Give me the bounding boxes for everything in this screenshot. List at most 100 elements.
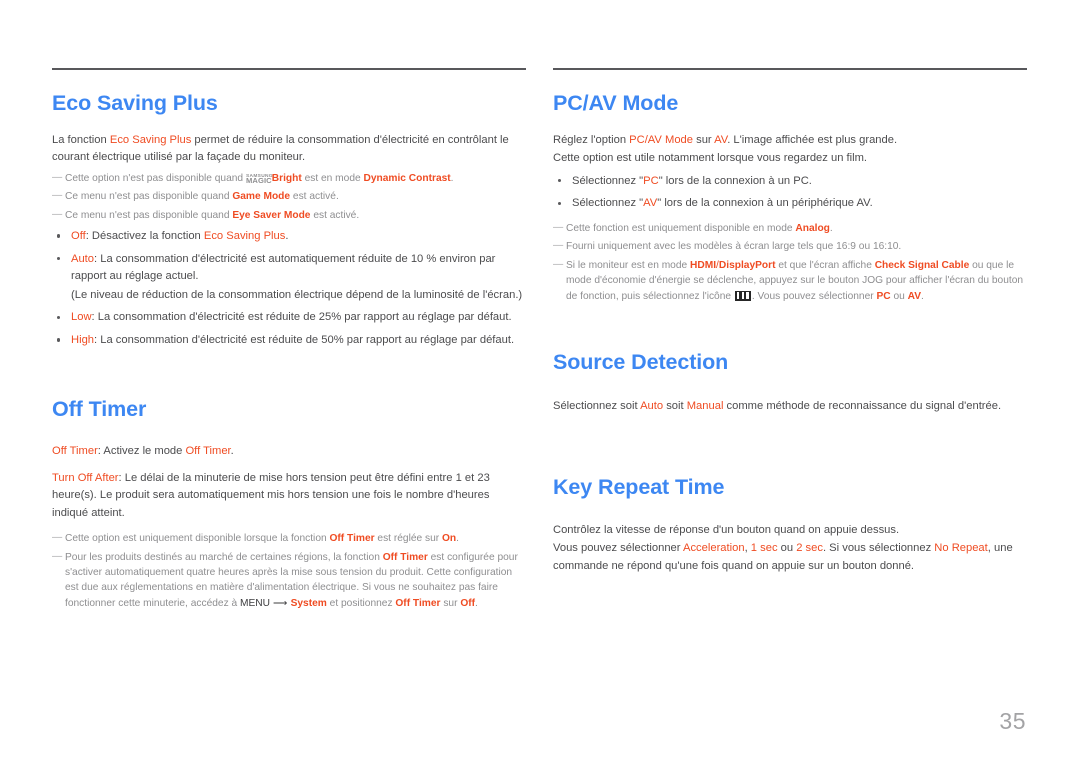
term-pc-av-mode: PC/AV Mode (629, 133, 693, 146)
off-timer-note-2: ― Pour les produits destinés au marché de… (52, 550, 526, 612)
off-timer-note-2-text-4: sur (440, 597, 461, 609)
off-timer-note-1-text-1: Cette option est uniquement disponible l… (65, 533, 330, 545)
pc-av-note-3-text-1: Si le moniteur est en mode (566, 259, 691, 271)
section-divider-eco-saving-plus (52, 68, 526, 70)
term-game-mode: Game Mode (232, 191, 291, 203)
left-column: Eco Saving Plus La fonction Eco Saving P… (52, 0, 526, 611)
off-timer-note-1-text-2: est réglée sur (374, 533, 442, 545)
eco-option-high-text: : La consommation d'électricité est rédu… (94, 333, 515, 346)
eco-note-1-text-2: est en mode (301, 172, 364, 184)
term-eco-saving-plus: Eco Saving Plus (203, 229, 286, 242)
pc-av-mode-body: Réglez l'option PC/AV Mode sur AV. L'ima… (553, 132, 1027, 304)
term-hdmi: HDMI (690, 259, 717, 271)
pc-av-note-3-text-2: et que l'écran affiche (775, 259, 875, 271)
pc-av-note-3: ― Si le moniteur est en mode HDMI/Display… (553, 258, 1027, 304)
page-title-eco-saving-plus: Eco Saving Plus (52, 91, 218, 115)
eco-note-1-text-1: Cette option n'est pas disponible quand (65, 172, 246, 184)
pc-av-bullet-pc-text-2: " lors de la connexion à un PC. (658, 174, 812, 187)
note-dash-icon: ― (52, 190, 63, 202)
term-check-signal-cable: Check Signal Cable (874, 259, 970, 271)
term-dynamic-contrast: Dynamic Contrast (363, 172, 451, 184)
term-menu: MENU (239, 597, 270, 609)
pc-av-bullet-pc-text-1: Sélectionnez " (572, 174, 644, 187)
note-dash-icon: ― (553, 221, 564, 233)
source-detection-paragraph: Sélectionnez soit Auto soit Manual comme… (553, 398, 1027, 416)
eco-note-3-text-2: est activé. (310, 209, 360, 221)
pc-av-p1-text-3: . L'image affichée est plus grande. (727, 133, 898, 146)
key-repeat-p2-text-1: Vous pouvez sélectionner (553, 542, 683, 555)
term-low: Low (71, 311, 92, 324)
eco-option-auto-subnote: (Le niveau de réduction de la consommati… (71, 288, 523, 301)
term-av: AV (714, 133, 728, 146)
off-timer-paragraph-2: Turn Off After: Le délai de la minuterie… (52, 470, 526, 523)
source-detection-body: Sélectionnez soit Auto soit Manual comme… (553, 398, 1027, 416)
bullet-dot-icon (57, 257, 61, 261)
key-repeat-p2-text-3: ou (777, 542, 797, 555)
note-dash-icon: ― (52, 550, 63, 562)
eco-intro-text-1: La fonction (52, 133, 110, 146)
term-2-sec: 2 sec (796, 542, 823, 555)
bullet-dot-icon (57, 338, 61, 342)
term-magicbright: Bright (271, 172, 302, 184)
term-high: High (71, 333, 95, 346)
off-timer-body: Off Timer: Activez le mode Off Timer. Tu… (52, 443, 526, 611)
page-title-off-timer: Off Timer (52, 396, 147, 421)
note-dash-icon: ― (52, 171, 63, 183)
eco-note-2-text-1: Ce menu n'est pas disponible quand (65, 191, 233, 203)
section-divider-pc-av-mode (553, 68, 1027, 70)
bullet-dot-icon (57, 234, 61, 238)
right-column: PC/AV Mode Réglez l'option PC/AV Mode su… (553, 0, 1027, 579)
term-eye-saver-mode: Eye Saver Mode (232, 209, 311, 221)
off-timer-paragraph-1: Off Timer: Activez le mode Off Timer. (52, 443, 526, 461)
pc-av-p1-text-2: sur (693, 133, 715, 146)
samsung-magic-logo: SAMSUNG MAGIC (245, 172, 273, 184)
pc-av-note-1-text-1: Cette fonction est uniquement disponible… (566, 222, 796, 234)
source-input-icon (734, 290, 751, 301)
eco-option-low: Low: La consommation d'électricité est r… (52, 309, 526, 327)
samsung-wordmark: SAMSUNG (245, 172, 273, 178)
eco-option-low-text: : La consommation d'électricité est rédu… (91, 311, 512, 324)
bullet-dot-icon (57, 315, 61, 319)
pc-av-note-1: ― Cette fonction est uniquement disponibl… (553, 221, 1027, 236)
term-turn-off-after: Turn Off After (52, 471, 119, 484)
term-pc: PC (643, 174, 659, 187)
page-number: 35 (999, 708, 1026, 734)
off-timer-note-1-text-3: . (456, 533, 459, 545)
off-timer-note-2-text-1: Pour les produits destinés au marché de … (65, 551, 383, 563)
eco-option-auto: Auto: La consommation d'électricité est … (52, 251, 526, 286)
page-title-source-detection: Source Detection (553, 349, 729, 374)
term-manual: Manual (686, 399, 724, 412)
pc-av-bullet-av-text-1: Sélectionnez " (572, 197, 644, 210)
pc-av-note-1-text-2: . (829, 222, 833, 234)
off-timer-p2-text: : Le délai de la minuterie de mise hors … (52, 471, 490, 519)
source-detection-text-3: comme méthode de reconnaissance du signa… (723, 399, 1002, 412)
eco-option-off: Off: Désactivez la fonction Eco Saving P… (52, 228, 526, 246)
eco-note-1: ― Cette option n'est pas disponible quand… (52, 171, 526, 186)
term-off-timer: Off Timer (395, 597, 441, 609)
term-off-timer: Off Timer (185, 445, 231, 458)
page-title-pc-av-mode: PC/AV Mode (553, 91, 679, 115)
note-dash-icon: ― (52, 532, 63, 544)
pc-av-bullet-av-text-2: " lors de la connexion à un périphérique… (657, 197, 873, 210)
pc-av-bullet-av: Sélectionnez "AV" lors de la connexion à… (553, 195, 1027, 213)
note-dash-icon: ― (52, 208, 63, 220)
pc-av-note-3-text-6: . (921, 290, 924, 302)
key-repeat-p2-text-4: . Si vous sélectionnez (822, 542, 935, 555)
eco-option-auto-text: : La consommation d'électricité est auto… (71, 252, 496, 283)
pc-av-paragraph-1: Réglez l'option PC/AV Mode sur AV. L'ima… (553, 132, 1027, 150)
off-timer-p1-text-2: . (230, 445, 234, 458)
term-no-repeat: No Repeat (934, 542, 988, 555)
term-analog: Analog (795, 222, 830, 234)
eco-note-2: ― Ce menu n'est pas disponible quand Game… (52, 189, 526, 204)
eco-saving-plus-body: La fonction Eco Saving Plus permet de ré… (52, 132, 526, 350)
term-off-timer: Off Timer (382, 551, 428, 563)
eco-option-off-text-2: . (285, 229, 289, 242)
pc-av-note-3-text-4: . Vous pouvez sélectionner (751, 290, 877, 302)
eco-note-1-text-3: . (450, 172, 454, 184)
term-displayport: DisplayPort (718, 259, 776, 271)
term-auto: Auto (71, 252, 95, 265)
pc-av-bullet-pc: Sélectionnez "PC" lors de la connexion à… (553, 173, 1027, 191)
pc-av-p1-text-1: Réglez l'option (553, 133, 630, 146)
